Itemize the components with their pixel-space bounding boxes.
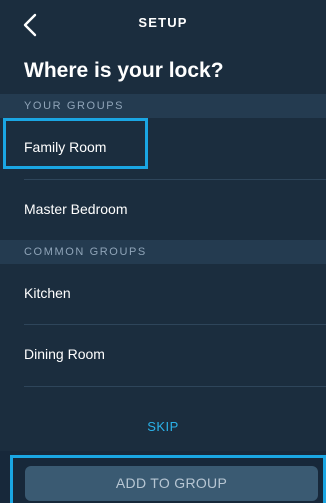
group-label: Kitchen bbox=[24, 285, 71, 301]
divider bbox=[24, 386, 326, 387]
group-item-kitchen[interactable]: Kitchen bbox=[0, 264, 326, 324]
page-title: Where is your lock? bbox=[24, 59, 224, 82]
header-title: SETUP bbox=[138, 15, 188, 30]
group-label: Dining Room bbox=[24, 346, 105, 362]
group-item-dining-room[interactable]: Dining Room bbox=[0, 325, 326, 385]
group-label: Master Bedroom bbox=[24, 201, 128, 217]
header: SETUP bbox=[0, 0, 326, 50]
skip-link[interactable]: SKIP bbox=[0, 419, 326, 434]
button-highlight bbox=[10, 455, 326, 503]
section-label: YOUR GROUPS bbox=[24, 100, 125, 112]
section-label: COMMON GROUPS bbox=[24, 246, 147, 258]
section-common-groups: COMMON GROUPS bbox=[0, 240, 326, 264]
group-item-master-bedroom[interactable]: Master Bedroom bbox=[0, 180, 326, 240]
selection-highlight bbox=[3, 118, 148, 169]
section-your-groups: YOUR GROUPS bbox=[0, 94, 326, 118]
